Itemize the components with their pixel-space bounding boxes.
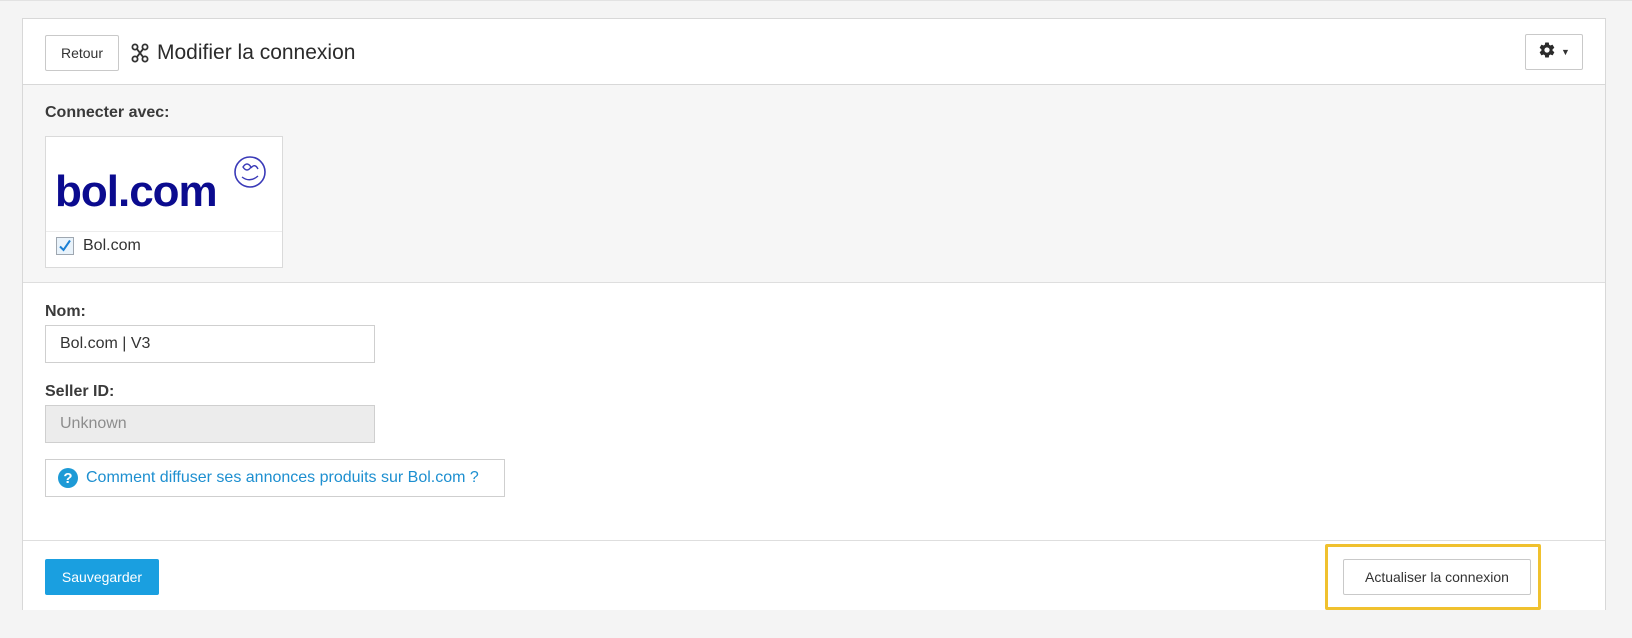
bolcom-logo: bol.com <box>46 137 282 232</box>
refresh-connection-button[interactable]: Actualiser la connexion <box>1343 559 1531 595</box>
chevron-down-icon: ▼ <box>1561 47 1570 57</box>
form-section: Nom: Bol.com | V3 Seller ID: Unknown ? C… <box>23 283 1605 559</box>
provider-card-footer: Bol.com <box>56 237 141 255</box>
page-title: Modifier la connexion <box>157 41 356 64</box>
name-input[interactable]: Bol.com | V3 <box>45 325 375 363</box>
connect-with-label: Connecter avec: <box>45 104 170 121</box>
provider-section: Connecter avec: bol.com Bol.com <box>23 85 1605 283</box>
provider-checkbox[interactable] <box>56 237 74 255</box>
seller-id-input: Unknown <box>45 405 375 443</box>
help-link-button[interactable]: ? Comment diffuser ses annonces produits… <box>45 459 505 497</box>
gear-icon <box>1538 41 1556 64</box>
provider-card-bolcom[interactable]: bol.com Bol.com <box>45 136 283 268</box>
title-group: Modifier la connexion <box>131 38 355 68</box>
question-circle-icon: ? <box>58 468 78 488</box>
connection-panel: Retour Modifier la connexion ▼ Connecter… <box>22 18 1606 610</box>
check-icon <box>59 239 71 252</box>
top-divider <box>0 0 1632 1</box>
panel-header: Retour Modifier la connexion ▼ <box>23 19 1605 85</box>
settings-dropdown-button[interactable]: ▼ <box>1525 34 1583 70</box>
bolcom-logo-text: bol.com <box>55 167 217 216</box>
panel-footer: Sauvegarder Actualiser la connexion <box>23 540 1605 610</box>
help-link-text: Comment diffuser ses annonces produits s… <box>86 469 479 486</box>
save-button[interactable]: Sauvegarder <box>45 559 159 595</box>
provider-name: Bol.com <box>83 237 141 254</box>
connection-icon <box>131 43 149 63</box>
name-label: Nom: <box>45 303 86 320</box>
back-button[interactable]: Retour <box>45 35 119 71</box>
seller-id-label: Seller ID: <box>45 383 115 400</box>
